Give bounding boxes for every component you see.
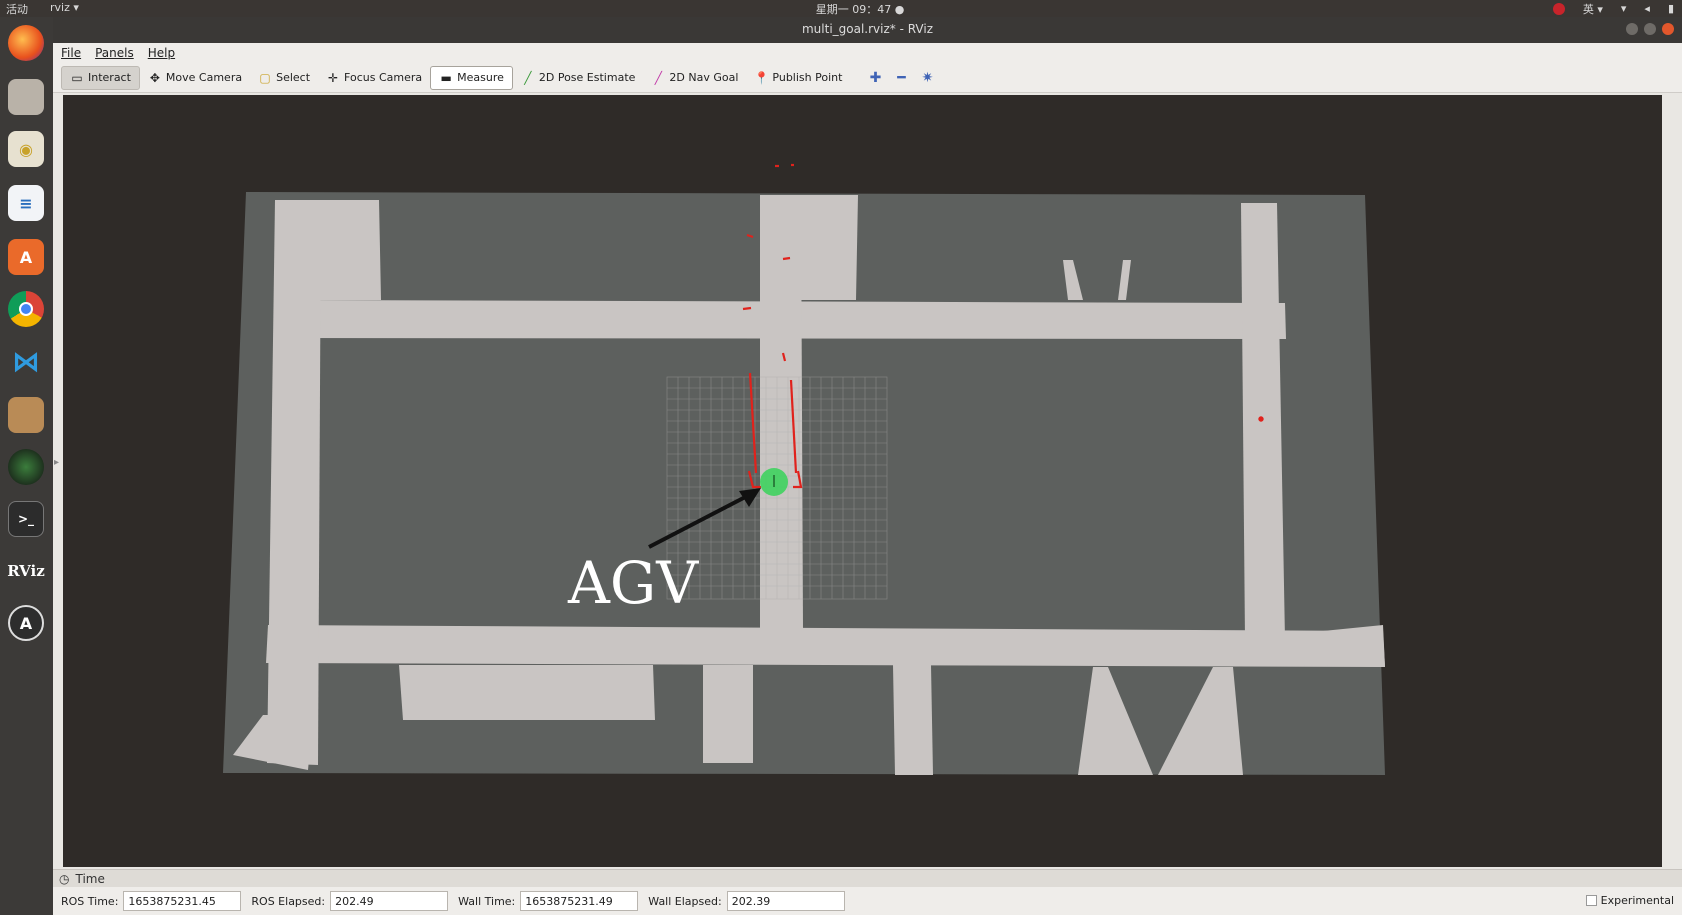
move-camera-icon: ✥ (149, 70, 160, 85)
experimental-label: Experimental (1600, 894, 1674, 907)
menu-panels[interactable]: Panels (95, 46, 134, 60)
window-title: multi_goal.rviz* - RViz (801, 22, 933, 36)
desktop: 活动 rviz ▾ 星期一 09：47 ● 英 ▾ ▾ ◂ ▮ ◉ ≡ A ⋈ … (0, 0, 1682, 915)
dock-software[interactable]: A (4, 235, 48, 279)
pose-estimate-icon: ╱ (524, 70, 532, 85)
system-tray: 英 ▾ ▾ ◂ ▮ (1552, 0, 1674, 17)
map-render: AGV (223, 163, 1385, 775)
speaker-icon: ◉ (8, 131, 44, 167)
window-controls (1626, 23, 1674, 35)
dock-rhythmbox[interactable]: ◉ (4, 127, 48, 171)
clock-icon: ◷ (59, 871, 70, 886)
close-icon[interactable] (1662, 23, 1674, 35)
menu-bar: File Panels Help (53, 43, 1682, 63)
wall-elapsed-label: Wall Elapsed: (648, 894, 722, 908)
tool-label: Interact (88, 71, 131, 84)
rviz-window: multi_goal.rviz* - RViz File Panels Help… (53, 17, 1682, 915)
chrome-icon (8, 291, 44, 327)
maximize-icon[interactable] (1644, 23, 1656, 35)
input-method-menu[interactable]: 英 ▾ (1583, 1, 1603, 17)
add-tool-icon[interactable]: ✚ (862, 66, 888, 90)
network-icon[interactable]: ▾ (1621, 2, 1627, 15)
experimental-checkbox[interactable] (1585, 895, 1597, 906)
activities-button[interactable]: 活动 (6, 1, 28, 17)
time-panel-title: Time (75, 871, 105, 886)
dock-writer[interactable]: ≡ (4, 181, 48, 225)
render-viewport[interactable]: AGV (63, 95, 1662, 867)
record-indicator-icon[interactable] (1552, 2, 1565, 15)
ros-time-field: ROS Time: (61, 891, 242, 911)
dock-firefox[interactable] (4, 21, 48, 65)
tool-2d-nav-goal[interactable]: ╱ 2D Nav Goal (643, 66, 746, 90)
vscode-icon: ⋈ (12, 344, 40, 378)
dock-gimp[interactable] (4, 445, 48, 489)
time-panel-header: ◷ Time (53, 869, 1682, 887)
application-dock: ◉ ≡ A ⋈ >_ RViz A (0, 17, 53, 915)
volume-icon[interactable]: ◂ (1644, 2, 1650, 15)
wall-elapsed-field: Wall Elapsed: (648, 891, 845, 911)
interact-icon: ▭ (71, 70, 83, 85)
ros-time-input[interactable] (123, 891, 242, 911)
wall-elapsed-input[interactable] (726, 891, 845, 911)
archive-globe-icon (8, 397, 44, 433)
minimize-icon[interactable] (1626, 23, 1638, 35)
tool-select[interactable]: ▢ Select (250, 66, 318, 90)
ros-time-label: ROS Time: (61, 894, 119, 908)
document-icon: ≡ (8, 185, 44, 221)
clock[interactable]: 星期一 09：47 ● (800, 1, 920, 17)
tool-label: Publish Point (772, 71, 843, 84)
publish-point-icon: 📍 (754, 70, 770, 85)
menu-file[interactable]: File (61, 46, 81, 60)
tool-measure[interactable]: ▬ Measure (430, 65, 513, 90)
dock-updater[interactable]: A (4, 601, 48, 645)
tool-label: Focus Camera (344, 71, 423, 84)
window-titlebar[interactable]: multi_goal.rviz* - RViz (53, 17, 1682, 43)
tool-interact[interactable]: ▭ Interact (61, 65, 140, 90)
dock-chrome[interactable] (4, 287, 48, 331)
tool-properties-icon[interactable]: ✷ (914, 66, 940, 90)
dock-archive[interactable] (4, 393, 48, 437)
dock-vscode[interactable]: ⋈ (4, 339, 48, 383)
wall-time-input[interactable] (520, 891, 639, 911)
ros-elapsed-label: ROS Elapsed: (251, 894, 326, 908)
wall-time-field: Wall Time: (458, 891, 639, 911)
tool-label: Measure (457, 71, 504, 84)
measure-icon: ▬ (440, 70, 452, 85)
tool-label: 2D Pose Estimate (538, 71, 636, 84)
ros-elapsed-field: ROS Elapsed: (251, 891, 449, 911)
tool-focus-camera[interactable]: ✛ Focus Camera (318, 66, 430, 90)
updater-icon: A (8, 605, 44, 641)
system-top-bar: 活动 rviz ▾ 星期一 09：47 ● 英 ▾ ▾ ◂ ▮ (0, 0, 1682, 17)
collapse-left-dock-icon[interactable]: ▸ (54, 457, 59, 468)
dock-files[interactable] (4, 75, 48, 119)
file-cabinet-icon (8, 79, 44, 115)
battery-icon[interactable]: ▮ (1668, 2, 1674, 15)
rviz-icon: RViz (7, 562, 45, 580)
tool-bar: ▭ Interact ✥ Move Camera ▢ Select ✛ Focu… (53, 63, 1682, 93)
experimental-toggle[interactable]: Experimental (1585, 894, 1674, 907)
firefox-icon (8, 25, 44, 61)
dock-rviz[interactable]: RViz (4, 549, 48, 593)
nav-goal-icon: ╱ (654, 70, 663, 85)
terminal-icon: >_ (8, 501, 44, 537)
tool-2d-pose-estimate[interactable]: ╱ 2D Pose Estimate (513, 66, 644, 90)
globe-icon (8, 449, 44, 485)
time-panel: ROS Time: ROS Elapsed: Wall Time: Wall E… (53, 887, 1682, 915)
menu-help[interactable]: Help (148, 46, 175, 60)
tool-label: Move Camera (165, 71, 243, 84)
app-menu[interactable]: rviz ▾ (50, 1, 79, 14)
software-bag-icon: A (8, 239, 44, 275)
tool-publish-point[interactable]: 📍 Publish Point (746, 66, 850, 90)
tool-move-camera[interactable]: ✥ Move Camera (140, 66, 250, 90)
remove-tool-icon[interactable]: ━ (888, 66, 914, 90)
focus-camera-icon: ✛ (328, 70, 339, 85)
tool-label: Select (276, 71, 311, 84)
dock-terminal[interactable]: >_ (4, 497, 48, 541)
tool-label: 2D Nav Goal (669, 71, 739, 84)
agv-annotation-label: AGV (567, 549, 699, 617)
select-icon: ▢ (259, 70, 271, 85)
ros-elapsed-input[interactable] (330, 891, 449, 911)
wall-time-label: Wall Time: (458, 894, 516, 908)
